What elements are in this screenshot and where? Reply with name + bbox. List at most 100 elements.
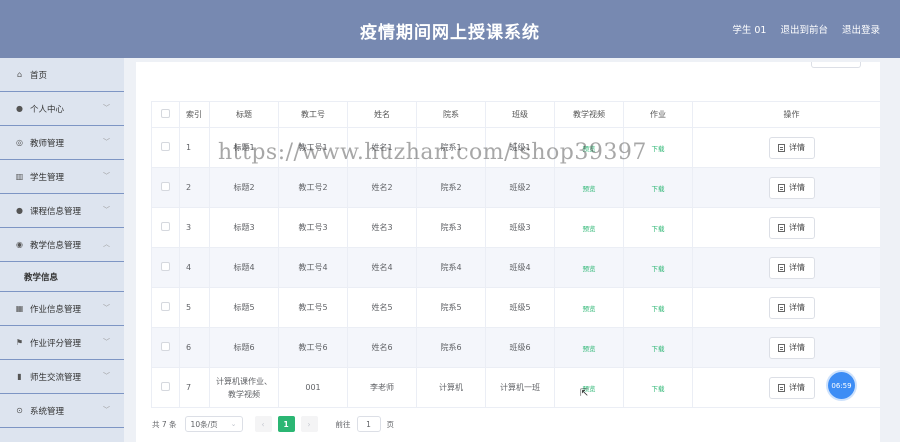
cell-homework: 下载	[623, 367, 693, 408]
select-all-checkbox[interactable]	[161, 109, 170, 118]
cell-dept: 院系6	[416, 327, 486, 368]
detail-button[interactable]: 详情	[768, 376, 815, 399]
back-to-front-link[interactable]: 退出到前台	[780, 22, 828, 36]
row-select-cell[interactable]	[151, 127, 180, 168]
detail-button-label: 详情	[789, 383, 805, 392]
row-checkbox[interactable]	[161, 302, 170, 311]
detail-button[interactable]: 详情	[768, 296, 815, 319]
cell-class: 班级4	[485, 247, 555, 288]
sidebar-item-2[interactable]: ◎ 教师管理 ﹀	[0, 126, 124, 160]
cell-title: 标题5	[209, 287, 279, 328]
detail-button[interactable]: 详情	[768, 216, 815, 239]
download-link[interactable]: 下载	[652, 225, 665, 233]
cell-video: 预览	[554, 327, 624, 368]
prev-page-button[interactable]: ‹	[254, 416, 272, 432]
sidebar-item-8[interactable]: ▮ 师生交流管理 ﹀	[0, 360, 124, 394]
cell-video: 预览	[554, 207, 624, 248]
table-row: 2 标题2 教工号2 姓名2 院系2 班级2 预览 下载 详情	[151, 167, 891, 208]
row-checkbox[interactable]	[161, 222, 170, 231]
detail-button[interactable]: 详情	[768, 256, 815, 279]
current-user-link[interactable]: 学生 01	[732, 22, 766, 36]
page-1-button[interactable]: 1	[277, 416, 295, 432]
next-page-button[interactable]: ›	[300, 416, 318, 432]
preview-link[interactable]: 预览	[583, 305, 596, 313]
cell-actions: 详情	[692, 327, 891, 368]
cell-class: 计算机一班	[485, 367, 555, 408]
preview-link[interactable]: 预览	[583, 265, 596, 273]
cell-class: 班级6	[485, 327, 555, 368]
row-checkbox[interactable]	[161, 262, 170, 271]
cell-video: 预览	[554, 127, 624, 168]
cell-title: 标题3	[209, 207, 279, 248]
download-link[interactable]: 下载	[652, 145, 665, 153]
main-content: 索引 标题 教工号 姓名 院系 班级 教学视频 作业 操作 1 标题1 教工号1 姓名…	[124, 58, 900, 442]
preview-link[interactable]: 预览	[583, 345, 596, 353]
sidebar-item-label: 教师管理	[30, 138, 65, 149]
preview-link[interactable]: 预览	[583, 145, 596, 153]
row-checkbox[interactable]	[161, 142, 170, 151]
location-icon: ◉	[16, 240, 23, 249]
row-select-cell[interactable]	[151, 207, 180, 248]
download-link[interactable]: 下载	[652, 265, 665, 273]
cell-staff-no: 教工号2	[278, 167, 348, 208]
row-select-cell[interactable]	[151, 367, 180, 408]
logout-link[interactable]: 退出登录	[842, 22, 880, 36]
goto-label: 前往	[335, 419, 351, 429]
sidebar-item-5[interactable]: ◉ 教学信息管理 ︿	[0, 228, 124, 262]
sidebar-item-0[interactable]: ⌂ 首页	[0, 58, 124, 92]
chevron-down-icon: ﹀	[103, 406, 110, 414]
sidebar-item-label: 作业评分管理	[30, 338, 82, 349]
sidebar-item-4[interactable]: ● 课程信息管理 ﹀	[0, 194, 124, 228]
download-link[interactable]: 下载	[652, 185, 665, 193]
row-checkbox[interactable]	[161, 342, 170, 351]
document-icon	[778, 263, 785, 272]
preview-link[interactable]: 预览	[583, 225, 596, 233]
cell-dept: 院系4	[416, 247, 486, 288]
row-select-cell[interactable]	[151, 247, 180, 288]
row-checkbox[interactable]	[161, 182, 170, 191]
top-header: 疫情期间网上授课系统 学生 01 退出到前台 退出登录	[0, 0, 900, 58]
download-link[interactable]: 下载	[652, 305, 665, 313]
cell-staff-no: 001	[278, 367, 348, 408]
document-icon	[778, 383, 785, 392]
cell-index: 6	[179, 327, 210, 368]
sidebar-subitem-teaching-info[interactable]: 教学信息	[0, 262, 124, 292]
page-size-select[interactable]: 10条/页 ⌄	[184, 416, 243, 432]
goto-page-input[interactable]	[356, 416, 381, 432]
select-all-cell[interactable]	[151, 101, 180, 128]
detail-button[interactable]: 详情	[768, 176, 815, 199]
cell-title: 标题2	[209, 167, 279, 208]
search-button-edge[interactable]	[811, 62, 861, 68]
row-select-cell[interactable]	[151, 287, 180, 328]
cell-index: 3	[179, 207, 210, 248]
download-link[interactable]: 下载	[652, 345, 665, 353]
cell-name: 姓名2	[347, 167, 417, 208]
row-select-cell[interactable]	[151, 327, 180, 368]
chevron-down-icon: ﹀	[103, 172, 110, 180]
data-table: 索引 标题 教工号 姓名 院系 班级 教学视频 作业 操作 1 标题1 教工号1 姓名…	[151, 101, 891, 408]
row-checkbox[interactable]	[161, 382, 170, 391]
cell-video: 预览	[554, 287, 624, 328]
sidebar-item-1[interactable]: ● 个人中心 ﹀	[0, 92, 124, 126]
cell-index: 7	[179, 367, 210, 408]
cell-homework: 下载	[623, 207, 693, 248]
cell-class: 班级5	[485, 287, 555, 328]
sidebar-item-6[interactable]: ▦ 作业信息管理 ﹀	[0, 292, 124, 326]
row-select-cell[interactable]	[151, 167, 180, 208]
sidebar-item-9[interactable]: ⊙ 系统管理 ﹀	[0, 394, 124, 428]
cell-index: 1	[179, 127, 210, 168]
preview-link[interactable]: 预览	[583, 185, 596, 193]
detail-button[interactable]: 详情	[768, 336, 815, 359]
mouse-cursor-icon: ⇱	[580, 388, 589, 399]
timer-badge[interactable]: 06:59	[828, 372, 855, 399]
download-link[interactable]: 下载	[652, 385, 665, 393]
header-links: 学生 01 退出到前台 退出登录	[732, 22, 880, 36]
cell-actions: 详情	[692, 247, 891, 288]
detail-button[interactable]: 详情	[768, 136, 815, 159]
chevron-down-icon: ﹀	[103, 338, 110, 346]
cell-title: 计算机课作业、教学视频	[209, 367, 279, 408]
detail-button-label: 详情	[789, 343, 805, 352]
sidebar-item-3[interactable]: ▥ 学生管理 ﹀	[0, 160, 124, 194]
cell-name: 姓名5	[347, 287, 417, 328]
sidebar-item-7[interactable]: ⚑ 作业评分管理 ﹀	[0, 326, 124, 360]
